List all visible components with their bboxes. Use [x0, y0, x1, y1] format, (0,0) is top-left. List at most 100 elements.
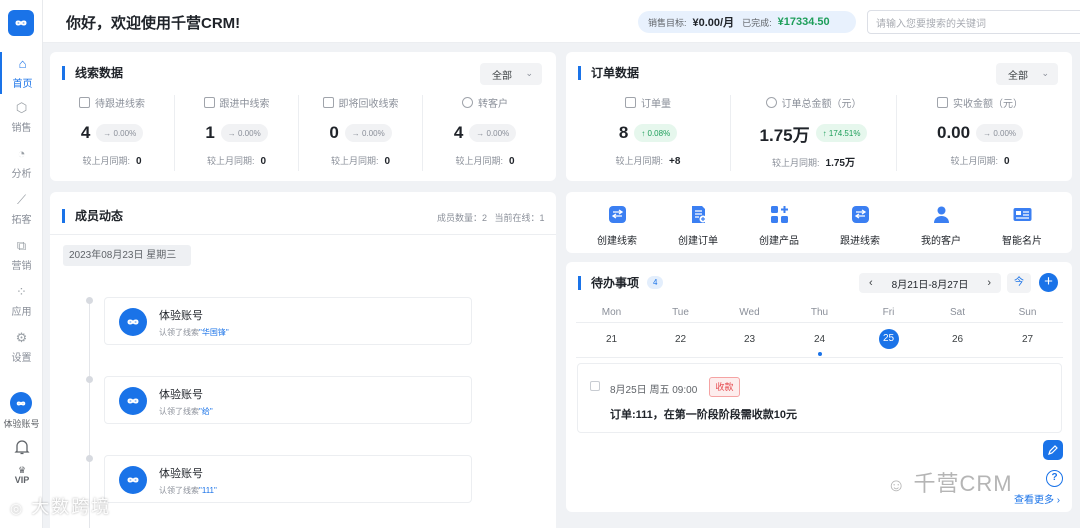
my-customers-button[interactable]: 我的客户 — [906, 205, 976, 247]
orders-filter-dropdown[interactable]: 全部 ⌄ — [996, 63, 1058, 85]
calendar-day[interactable]: 27 — [993, 334, 1062, 345]
sidebar-item-label: 应用 — [11, 306, 32, 318]
activity-item[interactable]: 体验账号 认领了线索"111" — [104, 455, 472, 503]
sidebar-item-home[interactable]: ⌂ 首页 — [0, 52, 43, 94]
stat-recycle-leads[interactable]: 即将回收线索 0 → 0.00% 较上月同期: 0 — [299, 95, 423, 171]
stat-change: ↑ 0.08% — [634, 124, 678, 142]
sidebar-item-settings[interactable]: ⚙ 设置 — [0, 326, 43, 368]
activity-desc: 认领了线索"给" — [159, 406, 213, 417]
app-logo[interactable] — [8, 10, 34, 36]
today-button[interactable]: 今 — [1007, 273, 1031, 293]
online-count: 当前在线：1 — [494, 213, 545, 223]
stat-value: 0 — [329, 123, 339, 142]
sidebar-item-label: 首页 — [12, 78, 33, 90]
analysis-icon: ◔ — [17, 145, 26, 161]
stat-change: → 0.00% — [976, 124, 1023, 142]
create-order-button[interactable]: 创建订单 — [663, 205, 733, 247]
activity-lead-link[interactable]: "111" — [199, 486, 217, 495]
activity-user: 体验账号 — [159, 468, 203, 480]
calendar-day[interactable]: 24 — [785, 334, 854, 345]
edit-icon[interactable] — [1043, 440, 1063, 460]
compare-label: 较上月同期: — [615, 156, 664, 166]
day-number: 24 — [813, 334, 826, 345]
stat-change: → 0.00% — [96, 124, 144, 142]
day-number: 23 — [743, 334, 756, 345]
stat-order-count[interactable]: 订单量 8 ↑ 0.08% 较上月同期: +8 — [566, 95, 731, 171]
compare-value: 0 — [384, 156, 391, 167]
calendar-day[interactable]: 21 — [577, 334, 646, 345]
todo-time: 8月25日 周五 09:00 — [610, 385, 698, 396]
activity-user: 体验账号 — [159, 310, 203, 322]
avatar[interactable] — [10, 392, 32, 414]
stat-pending-leads[interactable]: 待跟进线索 4 → 0.00% 较上月同期: 0 — [50, 95, 175, 171]
sidebar-item-prospect[interactable]: ⟋ 拓客 — [0, 188, 43, 230]
weekday-label: Thu — [810, 307, 829, 318]
chevron-down-icon: ⌄ — [1041, 68, 1049, 78]
stat-order-amount[interactable]: 订单总金额（元） 1.75万 ↑ 174.51% 较上月同期: 1.75万 — [731, 95, 897, 171]
sidebar-item-marketing[interactable]: ⧉ 营销 — [0, 234, 43, 276]
stat-value: 1 — [205, 123, 215, 142]
follow-lead-button[interactable]: 跟进线索 — [825, 205, 895, 247]
stat-value: 4 — [453, 123, 464, 142]
target-label: 销售目标: — [648, 17, 687, 28]
view-more-link[interactable]: 查看更多 › — [1014, 491, 1060, 506]
weekday-label: Sat — [949, 307, 965, 318]
stat-converted-customers[interactable]: 转客户 4 → 0.00% 较上月同期: 0 — [423, 95, 547, 171]
smart-card-button[interactable]: 智能名片 — [987, 205, 1057, 247]
todo-item[interactable]: 8月25日 周五 09:00 收款 订单:111，在第一阶段阶段需收款10元 — [577, 363, 1062, 433]
create-product-button[interactable]: 创建产品 — [744, 205, 814, 247]
orders-title: 订单数据 — [578, 66, 639, 80]
compare-value: 0 — [508, 156, 515, 167]
search-placeholder: 请输入您要搜索的关键词 — [876, 18, 986, 30]
divider — [576, 357, 1063, 358]
sidebar-item-label: 拓客 — [11, 214, 32, 226]
todo-checkbox[interactable] — [590, 381, 600, 391]
leads-filter-dropdown[interactable]: 全部 ⌄ — [480, 63, 542, 85]
create-lead-button[interactable]: 创建线索 — [582, 205, 652, 247]
weekday-header: Tue — [646, 304, 715, 318]
quick-action-label: 跟进线索 — [840, 236, 880, 247]
done-label: 已完成: — [742, 17, 772, 28]
sidebar-item-apps[interactable]: ⁘ 应用 — [0, 280, 43, 322]
quick-action-label: 创建线索 — [597, 236, 637, 247]
avatar — [119, 466, 147, 494]
divider — [50, 234, 556, 235]
follow-lead-icon — [851, 206, 869, 223]
calendar-day[interactable]: 23 — [715, 334, 784, 345]
stat-change: → 0.00% — [220, 124, 268, 142]
calendar-day-today[interactable]: 25 — [854, 329, 923, 349]
sidebar-item-analysis[interactable]: ◔ 分析 — [0, 142, 43, 184]
create-lead-icon — [608, 206, 626, 223]
bell-icon[interactable] — [13, 438, 31, 456]
activity-item[interactable]: 体验账号 认领了线索"给" — [104, 376, 472, 424]
top-header: 你好，欢迎使用千营CRM! 销售目标: ¥0.00/月 已完成: ¥17334.… — [43, 0, 1080, 43]
sidebar-item-label: 分析 — [11, 168, 32, 180]
day-number: 25 — [878, 329, 899, 349]
money-icon — [765, 96, 777, 108]
chevron-left-icon[interactable]: ‹ — [869, 277, 873, 289]
weekday-header: Sun — [993, 304, 1062, 318]
received-icon — [937, 96, 948, 108]
compare-value: 0 — [135, 156, 142, 167]
calendar-day[interactable]: 22 — [646, 334, 715, 345]
activity-item[interactable]: 体验账号 认领了线索"华国锋" — [104, 297, 472, 345]
todo-title: 待办事项 — [578, 276, 639, 290]
quick-action-label: 创建订单 — [678, 236, 718, 247]
target-value: ¥0.00/月 — [692, 17, 735, 29]
chevron-right-icon[interactable]: › — [987, 277, 991, 289]
stat-value: 4 — [80, 123, 91, 142]
help-icon[interactable]: ? — [1046, 470, 1063, 487]
weekday-header: Thu — [785, 304, 854, 318]
compare-label: 较上月同期: — [82, 156, 130, 166]
sales-target-pill: 销售目标: ¥0.00/月 已完成: ¥17334.50 — [638, 11, 856, 33]
activity-lead-link[interactable]: "给" — [199, 407, 213, 416]
add-todo-button[interactable]: + — [1039, 273, 1058, 292]
vip-badge[interactable]: ♛ VIP — [11, 466, 33, 486]
search-input[interactable]: 请输入您要搜索的关键词 — [867, 10, 1080, 34]
calendar-day[interactable]: 26 — [923, 334, 992, 345]
sidebar-item-sales[interactable]: ⬡ 销售 — [0, 96, 43, 138]
stat-received-amount[interactable]: 实收金额（元） 0.00 → 0.00% 较上月同期: 0 — [897, 95, 1063, 171]
activity-lead-link[interactable]: "华国锋" — [199, 328, 229, 337]
activity-action: 认领了线索 — [159, 328, 199, 337]
stat-following-leads[interactable]: 跟进中线索 1 → 0.00% 较上月同期: 0 — [175, 95, 299, 171]
